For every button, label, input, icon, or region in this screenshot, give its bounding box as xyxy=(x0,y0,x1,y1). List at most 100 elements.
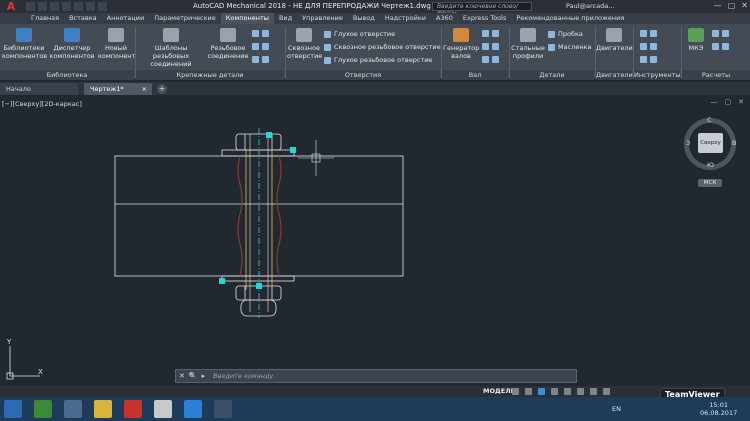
close-button[interactable]: ✕ xyxy=(741,1,748,10)
details-panel-title[interactable]: Детали xyxy=(510,70,594,80)
close-tab-icon[interactable]: × xyxy=(142,83,147,95)
compass-west[interactable]: З xyxy=(686,139,690,147)
through-hole-button[interactable]: Сквозное отверстие xyxy=(287,26,322,60)
shaft-tools-row-3[interactable] xyxy=(482,56,499,63)
tab-annotate[interactable]: Аннотации xyxy=(102,13,150,24)
thread-templates-button[interactable]: Шаблоны резьбовых соединений xyxy=(137,26,205,68)
tab-parametric[interactable]: Параметрические xyxy=(149,13,221,24)
tab-home[interactable]: Главная xyxy=(26,13,64,24)
fastener-tools-row-1[interactable] xyxy=(252,30,269,37)
selection-grips[interactable] xyxy=(219,132,296,289)
plug-button[interactable]: Пробка xyxy=(548,30,583,38)
windows-start-icon[interactable] xyxy=(4,400,22,418)
minimize-button[interactable]: — xyxy=(714,1,722,10)
command-prompt-icon[interactable]: ▸ xyxy=(202,372,206,380)
windows-taskbar xyxy=(0,397,750,421)
command-search-icon[interactable]: 🔍 xyxy=(189,372,198,380)
app-icon[interactable] xyxy=(214,400,232,418)
viewcube-face-top[interactable]: Сверху xyxy=(698,133,723,153)
osnap-icon[interactable] xyxy=(564,388,571,395)
calc-panel-title[interactable]: Расчеты xyxy=(682,70,750,80)
tab-a360[interactable]: A360 xyxy=(431,13,458,24)
autocad-taskbar-icon[interactable] xyxy=(124,400,142,418)
shaft-panel-title[interactable]: Вал xyxy=(442,70,508,80)
fea-button[interactable]: МКЭ xyxy=(684,26,708,52)
tab-manage[interactable]: Управление xyxy=(297,13,348,24)
shaft-tools-row-1[interactable] xyxy=(482,30,499,37)
holes-panel-title[interactable]: Отверстия xyxy=(286,70,440,80)
bolted-joint-drawing[interactable]: Y X xyxy=(0,96,750,387)
tools-panel-title[interactable]: Инструменты xyxy=(634,70,681,80)
save-as-icon[interactable] xyxy=(62,2,71,11)
language-indicator[interactable]: EN xyxy=(612,405,621,413)
save-icon[interactable] xyxy=(50,2,59,11)
tab-start[interactable]: Начало xyxy=(0,83,78,95)
snap-icon[interactable] xyxy=(525,388,532,395)
fastener-tools-row-2[interactable] xyxy=(252,43,269,50)
redo-icon[interactable] xyxy=(98,2,107,11)
wcs-menu[interactable]: МСК xyxy=(698,179,722,187)
tab-components[interactable]: Компоненты xyxy=(220,13,274,24)
compass-south[interactable]: Ю xyxy=(707,161,714,169)
document-icon[interactable] xyxy=(154,400,172,418)
file-explorer-icon[interactable] xyxy=(64,400,82,418)
compass-east[interactable]: В xyxy=(732,139,736,147)
tab-featured-apps[interactable]: Рекомендованные приложения xyxy=(511,13,629,24)
tab-output[interactable]: Вывод xyxy=(348,13,380,24)
tools-row-1[interactable] xyxy=(640,30,657,37)
oiler-button[interactable]: Масленка xyxy=(548,43,591,51)
shaft-generator-button[interactable]: Генератор валов xyxy=(443,26,479,60)
tab-view[interactable]: Вид xyxy=(274,13,297,24)
shaft-tool-icon xyxy=(482,56,489,63)
tools-row-3[interactable] xyxy=(640,56,657,63)
open-file-icon[interactable] xyxy=(38,2,47,11)
undo-icon[interactable] xyxy=(86,2,95,11)
shaft-tools-row-2[interactable] xyxy=(482,43,499,50)
steel-profiles-button[interactable]: Стальные профили xyxy=(511,26,545,60)
through-thread-hole-button[interactable]: Сквозное резьбовое отверстие xyxy=(324,43,441,51)
teamviewer-taskbar-icon[interactable] xyxy=(184,400,202,418)
maximize-button[interactable]: ▢ xyxy=(728,1,736,10)
engines-button[interactable]: Двигатели xyxy=(596,26,633,52)
calc-tools-row-1[interactable] xyxy=(712,30,729,37)
annotation-scale-icon[interactable] xyxy=(577,388,584,395)
taskbar-clock[interactable]: 15:01 06.08.2017 xyxy=(700,401,737,417)
command-input[interactable]: Введите команду xyxy=(213,372,273,380)
blind-thread-hole-button[interactable]: Глухое резьбовое отверстие xyxy=(324,56,432,64)
grid-icon[interactable] xyxy=(512,388,519,395)
autocad-logo-icon[interactable]: A xyxy=(0,0,22,13)
compass-north[interactable]: С xyxy=(707,116,712,124)
tab-drawing1[interactable]: Чертеж1* × xyxy=(84,83,152,95)
media-player-icon[interactable] xyxy=(34,400,52,418)
new-file-icon[interactable] xyxy=(26,2,35,11)
polar-icon[interactable] xyxy=(551,388,558,395)
calc-tools-row-2[interactable] xyxy=(712,43,729,50)
folder-icon[interactable] xyxy=(94,400,112,418)
title-bar: A AutoCAD Mechanical 2018 - НЕ ДЛЯ ПЕРЕП… xyxy=(0,0,750,17)
new-component-button[interactable]: Новый компонент xyxy=(98,26,135,60)
new-tab-button[interactable]: + xyxy=(157,84,167,94)
shaft-tool-icon xyxy=(492,43,499,50)
fastener-tools-row-3[interactable] xyxy=(252,56,269,63)
ortho-icon[interactable] xyxy=(538,388,545,395)
tools-row-2[interactable] xyxy=(640,43,657,50)
command-line[interactable]: ✕ 🔍 ▸ Введите команду xyxy=(175,369,577,383)
model-space-toggle[interactable]: МОДЕЛЬ xyxy=(483,387,516,395)
blind-hole-button[interactable]: Глухое отверстие xyxy=(324,30,395,38)
user-account[interactable]: Paul@arcada... xyxy=(566,2,614,10)
manager-icon xyxy=(64,28,80,42)
keyword-search-input[interactable]: Введите ключевое слово/фразу xyxy=(432,2,532,17)
tab-addins[interactable]: Надстройки xyxy=(380,13,431,24)
thread-connection-button[interactable]: Резьбовое соединение xyxy=(206,26,250,60)
component-manager-button[interactable]: Диспетчер компонентов xyxy=(48,26,96,60)
blind-thread-hole-icon xyxy=(324,56,331,64)
component-library-button[interactable]: Библиотеки компонентов xyxy=(2,26,47,60)
tab-insert[interactable]: Вставка xyxy=(64,13,102,24)
customize-icon[interactable] xyxy=(603,388,610,395)
workspace-gear-icon[interactable] xyxy=(590,388,597,395)
tab-express-tools[interactable]: Express Tools xyxy=(458,13,511,24)
command-close-icon[interactable]: ✕ xyxy=(179,372,185,380)
new-component-icon xyxy=(108,28,124,42)
screw-icon xyxy=(252,30,259,37)
print-icon[interactable] xyxy=(74,2,83,11)
